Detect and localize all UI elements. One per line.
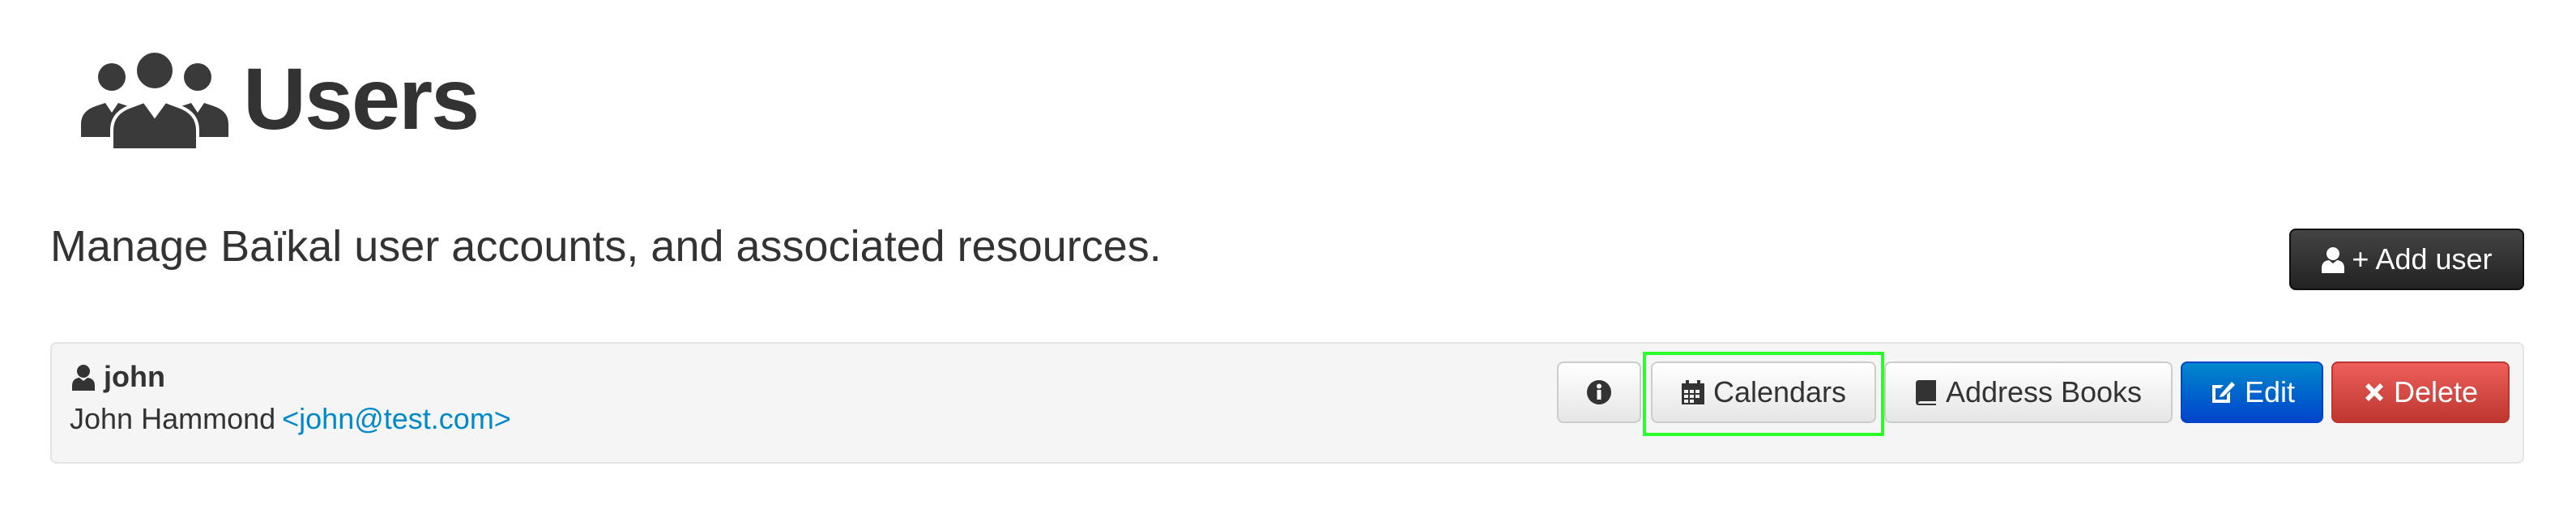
calendars-button[interactable]: Calendars xyxy=(1651,361,1876,423)
user-icon xyxy=(72,365,95,391)
delete-button[interactable]: Delete xyxy=(2331,361,2510,423)
book-icon xyxy=(1915,380,1936,405)
edit-label: Edit xyxy=(2244,375,2296,408)
delete-icon xyxy=(2365,383,2383,401)
calendar-icon xyxy=(1681,380,1704,404)
add-user-label: + Add user xyxy=(2352,242,2493,276)
edit-icon xyxy=(2211,382,2235,403)
delete-label: Delete xyxy=(2393,375,2479,408)
page-header: Users xyxy=(78,42,480,156)
username-text: john xyxy=(104,360,165,393)
address-books-label: Address Books xyxy=(1945,375,2143,408)
page: Users Manage Baïkal user accounts, and a… xyxy=(0,0,2576,509)
page-title: Users xyxy=(243,49,480,148)
user-details: John Hammond <john@test.com> xyxy=(70,402,511,436)
info-button[interactable] xyxy=(1557,361,1641,423)
user-username: john xyxy=(71,360,165,394)
add-user-button[interactable]: + Add user xyxy=(2289,229,2524,290)
user-display-name: John Hammond xyxy=(70,402,276,435)
user-row: john John Hammond <john@test.com> Calend… xyxy=(50,342,2524,464)
user-email-link[interactable]: <john@test.com> xyxy=(282,402,511,435)
info-icon xyxy=(1587,380,1611,404)
address-books-button[interactable]: Address Books xyxy=(1884,361,2173,423)
page-description: Manage Baïkal user accounts, and associa… xyxy=(50,222,1162,271)
user-icon xyxy=(2322,247,2345,273)
users-group-icon xyxy=(81,49,228,152)
calendars-label: Calendars xyxy=(1712,375,1847,408)
edit-button[interactable]: Edit xyxy=(2181,361,2323,423)
